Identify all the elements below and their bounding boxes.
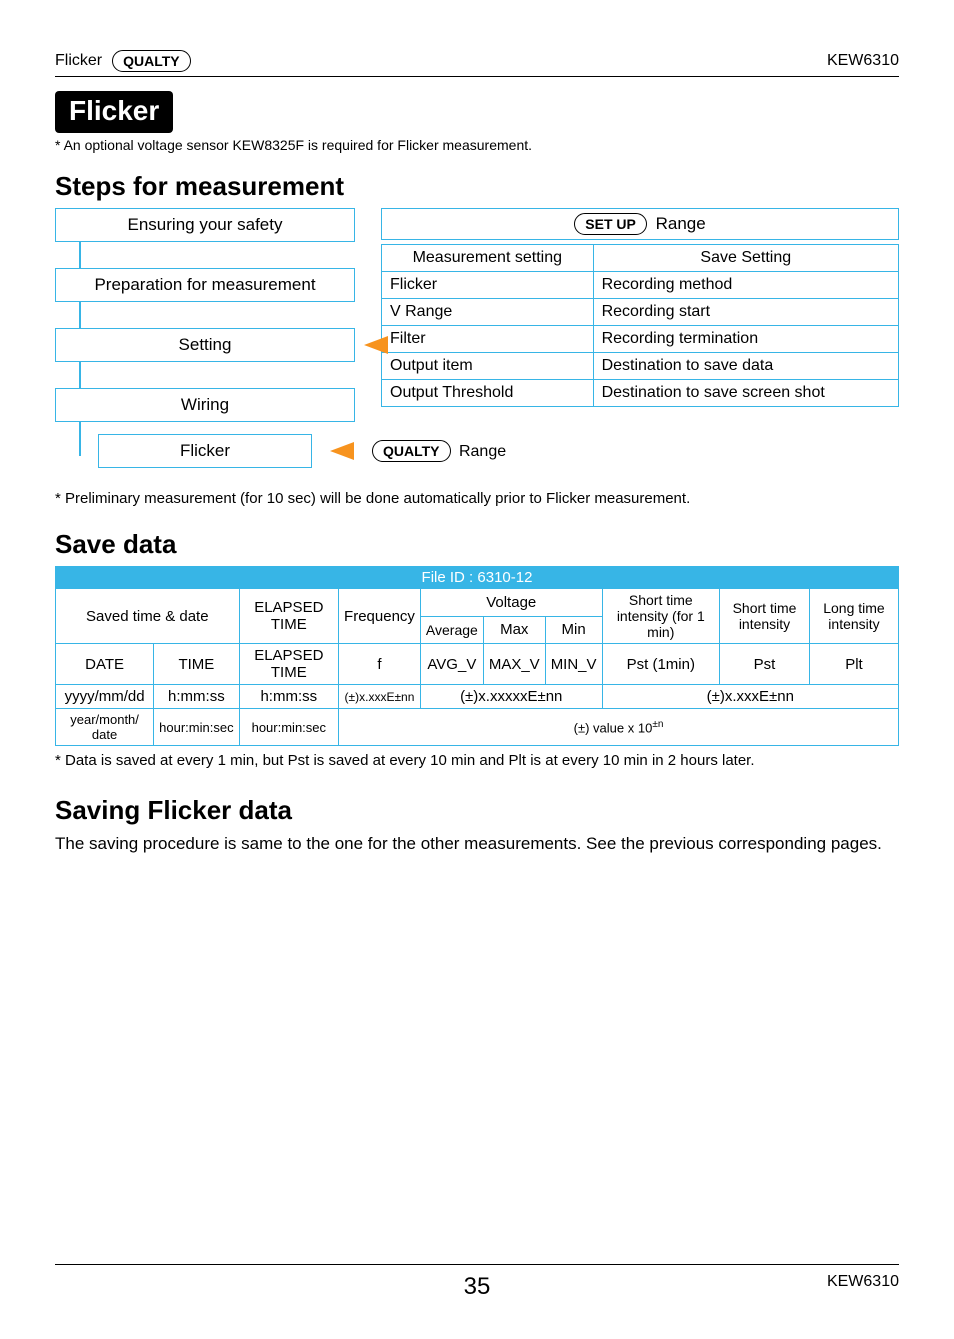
saving-flicker-text: The saving procedure is same to the one … [55, 832, 899, 856]
step-ensure-safety: Ensuring your safety [55, 208, 355, 242]
save-note: * Data is saved at every 1 min, but Pst … [55, 752, 899, 769]
min-head: Min [545, 616, 602, 644]
value-base: (±) value x 10 [574, 720, 653, 735]
step-wiring: Wiring [55, 388, 355, 422]
sensor-note: * An optional voltage sensor KEW8325F is… [55, 137, 899, 153]
saving-flicker-heading: Saving Flicker data [55, 795, 899, 826]
save-data-heading: Save data [55, 529, 899, 560]
range-cell: Destination to save screen shot [593, 380, 898, 407]
range-cell: Recording method [593, 272, 898, 299]
voltage-head: Voltage [420, 589, 602, 617]
file-id-cell: File ID : 6310-12 [56, 567, 899, 589]
max-v-cell: MAX_V [483, 644, 545, 685]
step-setting: Setting [55, 328, 355, 362]
range-table: Measurement setting Save Setting Flicker… [381, 244, 899, 407]
step-flicker: Flicker [98, 434, 312, 468]
range-title: SET UP Range [381, 208, 899, 240]
long-time-head: Long time intensity [809, 589, 898, 644]
setup-pill: SET UP [574, 213, 647, 235]
range-cell: Recording termination [593, 326, 898, 353]
steps-flow: Ensuring your safety Preparation for mea… [55, 208, 355, 422]
average-head: Average [420, 616, 483, 644]
prelim-note: * Preliminary measurement (for 10 sec) w… [55, 490, 899, 507]
save-data-table: File ID : 6310-12 Saved time & date ELAP… [55, 566, 899, 746]
max-head: Max [483, 616, 545, 644]
range-cell: Output item [382, 353, 594, 380]
range-title-text: Range [656, 214, 706, 233]
header-right: KEW6310 [827, 52, 899, 70]
range-cell: Filter [382, 326, 594, 353]
elapsed-time-head: ELAPSED TIME [239, 589, 338, 644]
pst-cell: Pst [720, 644, 810, 685]
fmt2-cell: (±)x.xxxxxE±nn [420, 685, 602, 709]
arrow-to-flicker-icon [330, 442, 354, 460]
date-cell: DATE [56, 644, 154, 685]
qualty-pill-flow: QUALTY [372, 440, 451, 462]
range-cell: Output Threshold [382, 380, 594, 407]
hmmss-cell: h:mm:ss [154, 685, 239, 709]
arrow-to-setting-icon [364, 336, 388, 354]
qualty-range-text: Range [459, 443, 506, 460]
short-time-1min-head: Short time intensity (for 1 min) [602, 589, 720, 644]
footer-rule [55, 1264, 899, 1265]
min-v-cell: MIN_V [545, 644, 602, 685]
hms-cell: hour:min:sec [154, 709, 239, 746]
step-setting-label: Setting [179, 335, 232, 354]
saved-time-date: Saved time & date [56, 589, 240, 644]
hmmss-cell-2: h:mm:ss [239, 685, 338, 709]
hms-cell-2: hour:min:sec [239, 709, 338, 746]
yyyy-cell: yyyy/mm/dd [56, 685, 154, 709]
value-formula-cell: (±) value x 10±n [339, 709, 899, 746]
short-time-head: Short time intensity [720, 589, 810, 644]
header-left-text: Flicker [55, 52, 102, 70]
range-cell: Flicker [382, 272, 594, 299]
range-cell: Recording start [593, 299, 898, 326]
qualty-pill-top: QUALTY [112, 50, 191, 72]
page-number: 35 [464, 1273, 491, 1301]
page-footer: 35 KEW6310 [55, 1264, 899, 1291]
pst-1min-cell: Pst (1min) [602, 644, 720, 685]
f-cell: f [339, 644, 421, 685]
qualty-range-label: QUALTY Range [372, 440, 506, 462]
avg-v-cell: AVG_V [420, 644, 483, 685]
range-col-measurement: Measurement setting [382, 245, 594, 272]
time-cell: TIME [154, 644, 239, 685]
fmt3-cell: (±)x.xxxE±nn [602, 685, 898, 709]
fmt1-cell: (±)x.xxxE±nn [339, 685, 421, 709]
header-left: Flicker QUALTY [55, 50, 191, 72]
flicker-title-chip: Flicker [55, 91, 173, 133]
elapsed-time-cell: ELAPSED TIME [239, 644, 338, 685]
frequency-head: Frequency [339, 589, 421, 644]
range-col-save: Save Setting [593, 245, 898, 272]
step-preparation: Preparation for measurement [55, 268, 355, 302]
value-sup: ±n [652, 719, 663, 730]
plt-cell: Plt [809, 644, 898, 685]
header-rule [55, 76, 899, 77]
range-cell: Destination to save data [593, 353, 898, 380]
steps-heading: Steps for measurement [55, 171, 899, 202]
footer-right: KEW6310 [827, 1273, 899, 1291]
ymd-cell: year/month/ date [56, 709, 154, 746]
page-header: Flicker QUALTY KEW6310 [55, 50, 899, 72]
range-cell: V Range [382, 299, 594, 326]
